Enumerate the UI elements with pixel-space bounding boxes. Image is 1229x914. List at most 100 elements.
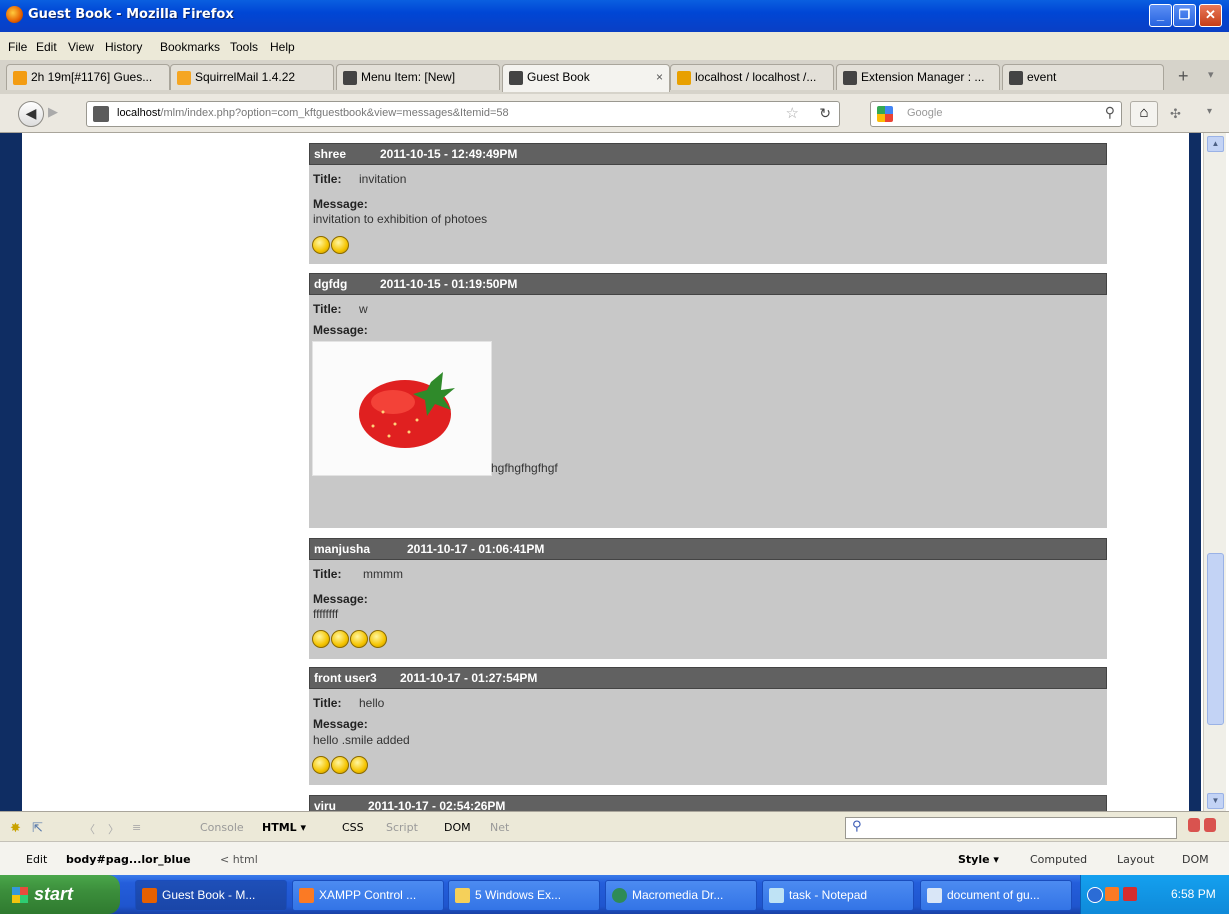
scroll-up-button[interactable]: ▲ (1207, 136, 1224, 152)
menu-view[interactable]: View (68, 40, 94, 54)
url-host: localhost (117, 107, 161, 119)
tab-computed[interactable]: Computed (1030, 853, 1087, 866)
tab-bar: 2h 19m[#1176] Gues... SquirrelMail 1.4.2… (0, 60, 1229, 95)
message-date: 2011-10-17 - 01:06:41PM (407, 542, 545, 556)
task-label: Macromedia Dr... (632, 888, 724, 902)
forward-icon[interactable]: 〉 (108, 821, 119, 837)
home-button[interactable]: ⌂ (1130, 101, 1158, 127)
guestbook-message: dgfdg 2011-10-15 - 01:19:50PM Title: w M… (309, 273, 1107, 528)
tab-label: Guest Book (527, 70, 590, 84)
close-window-button[interactable]: ✕ (1199, 4, 1222, 27)
page-content: shree 2011-10-15 - 12:49:49PM Title: inv… (0, 133, 1229, 811)
path-current-element[interactable]: body#pag...lor_blue (66, 853, 191, 866)
author-name: dgfdg (314, 277, 348, 291)
search-placeholder: Google (907, 107, 943, 119)
minimize-firebug-icon[interactable] (1188, 818, 1200, 832)
tongue-smiley-icon (350, 756, 368, 774)
vertical-scrollbar[interactable]: ▲ ▼ (1203, 133, 1226, 811)
close-tab-icon[interactable]: × (656, 65, 663, 89)
back-button[interactable]: ◀ (18, 101, 44, 127)
menu-edit[interactable]: Edit (36, 40, 57, 54)
reload-button[interactable]: ↻ (819, 105, 831, 122)
start-button[interactable]: start (0, 875, 120, 914)
tab-css[interactable]: CSS (342, 821, 364, 834)
tab-html[interactable]: HTML ▾ (262, 821, 306, 834)
search-icon[interactable]: ⚲ (1105, 104, 1115, 121)
bookmark-star-icon[interactable]: ☆ (786, 104, 799, 122)
guestbook-message: shree 2011-10-15 - 12:49:49PM Title: inv… (309, 143, 1107, 264)
scroll-down-button[interactable]: ▼ (1207, 793, 1224, 809)
tab-dom[interactable]: DOM (444, 821, 471, 834)
close-firebug-icon[interactable] (1204, 818, 1216, 832)
dreamweaver-icon (612, 888, 627, 904)
firebug-edit-button[interactable]: Edit (26, 853, 47, 866)
guestbook-message: manjusha 2011-10-17 - 01:06:41PM Title: … (309, 538, 1107, 659)
tab-dom-side[interactable]: DOM (1182, 853, 1209, 866)
addon-icon[interactable]: ✣ (1170, 106, 1181, 122)
menu-history[interactable]: History (105, 40, 142, 54)
task-windows-explorer[interactable]: 5 Windows Ex... (448, 880, 600, 911)
search-tray-icon[interactable] (1123, 887, 1137, 901)
task-guest-book[interactable]: Guest Book - M... (135, 880, 287, 911)
forward-button[interactable]: ▶ (48, 104, 58, 120)
menu-lines-icon[interactable]: ≡ (132, 821, 141, 834)
task-label: Guest Book - M... (162, 888, 256, 902)
firebug-search-input[interactable]: ⚲ (845, 817, 1177, 839)
tab-style[interactable]: Style ▾ (958, 853, 999, 866)
message-label: Message: (313, 717, 368, 731)
minimize-button[interactable]: _ (1149, 4, 1172, 27)
menu-tools[interactable]: Tools (230, 40, 258, 54)
tab-extension-manager[interactable]: Extension Manager : ... (836, 64, 1000, 90)
message-date: 2011-10-17 - 02:54:26PM (368, 799, 506, 811)
message-title: w (359, 302, 368, 316)
tab-label: event (1027, 70, 1057, 84)
tab-layout[interactable]: Layout (1117, 853, 1154, 866)
tab-phpmyadmin[interactable]: localhost / localhost /... (670, 64, 834, 90)
guestbook-message: front user3 2011-10-17 - 01:27:54PM Titl… (309, 667, 1107, 785)
tab-guest-book[interactable]: Guest Book × (502, 64, 670, 92)
firebug-icon[interactable]: ✸ (10, 821, 21, 836)
task-document[interactable]: document of gu... (920, 880, 1072, 911)
task-xampp[interactable]: XAMPP Control ... (292, 880, 444, 911)
tab-kwik-timer[interactable]: 2h 19m[#1176] Gues... (6, 64, 170, 90)
back-icon[interactable]: 〈 (84, 821, 95, 837)
url-path: /mlm/index.php?option=com_kftguestbook&v… (160, 107, 509, 119)
grin-smiley-icon (369, 630, 387, 648)
url-bar[interactable]: localhost/mlm/index.php?option=com_kftgu… (86, 101, 840, 127)
tray-arrow-icon[interactable] (1087, 887, 1103, 903)
task-label: document of gu... (947, 888, 1040, 902)
cpanel-icon (177, 70, 191, 85)
menu-file[interactable]: File (8, 40, 27, 54)
xampp-tray-icon[interactable] (1105, 887, 1119, 901)
search-bar[interactable]: Google ⚲ (870, 101, 1122, 127)
task-macromedia[interactable]: Macromedia Dr... (605, 880, 757, 911)
task-notepad[interactable]: task - Notepad (762, 880, 914, 911)
tab-net[interactable]: Net (490, 821, 509, 834)
menu-bookmarks[interactable]: Bookmarks (160, 40, 220, 54)
joomla-icon (843, 70, 857, 85)
menu-help[interactable]: Help (270, 40, 295, 54)
chevron-down-icon[interactable]: ▾ (1207, 106, 1212, 117)
tab-squirrelmail[interactable]: SquirrelMail 1.4.22 (170, 64, 334, 90)
new-tab-button[interactable]: + (1178, 66, 1189, 87)
tab-console[interactable]: Console (200, 821, 244, 834)
tab-event[interactable]: event (1002, 64, 1164, 90)
message-header: dgfdg 2011-10-15 - 01:19:50PM (309, 273, 1107, 295)
tab-label: Menu Item: [New] (361, 70, 456, 84)
window-title: Guest Book - Mozilla Firefox (28, 7, 234, 22)
inspect-icon[interactable]: ⇱ (32, 821, 43, 836)
message-title: mmmm (363, 567, 403, 581)
document-icon (927, 888, 942, 904)
scrollbar-thumb[interactable] (1207, 553, 1224, 725)
restore-button[interactable]: ❐ (1173, 4, 1196, 27)
menu-bar: File Edit View History Bookmarks Tools H… (0, 32, 1229, 61)
path-parent-element[interactable]: < html (220, 853, 258, 866)
message-text: hgfhgfhgfhgf (491, 461, 558, 475)
tab-script[interactable]: Script (386, 821, 418, 834)
tab-menu-item[interactable]: Menu Item: [New] (336, 64, 500, 90)
message-header: viru 2011-10-17 - 02:54:26PM (309, 795, 1107, 811)
message-header: front user3 2011-10-17 - 01:27:54PM (309, 667, 1107, 689)
tab-label: Extension Manager : ... (861, 70, 985, 84)
phpmyadmin-icon (677, 70, 691, 85)
tab-list-button[interactable]: ▾ (1208, 68, 1214, 81)
